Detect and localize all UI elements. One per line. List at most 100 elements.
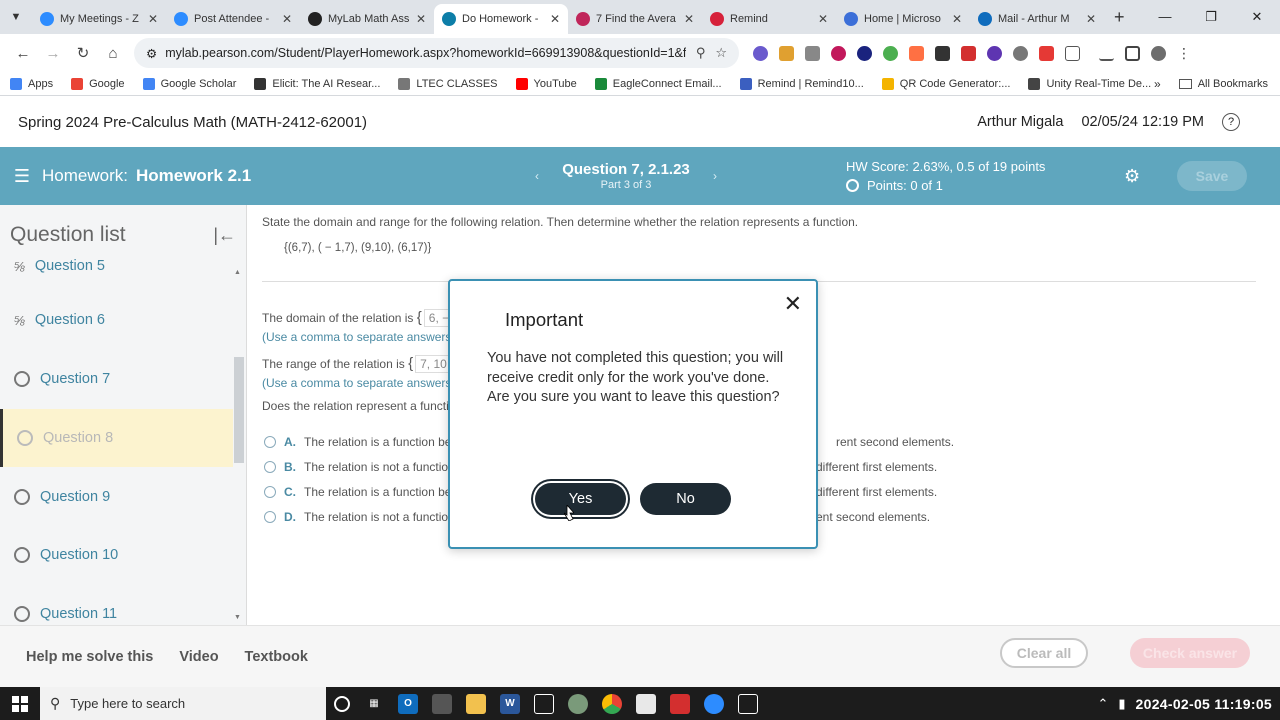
hamburger-menu-icon[interactable]: ☰ xyxy=(2,166,42,187)
pdf-extension-icon[interactable] xyxy=(961,45,976,61)
home-icon[interactable]: ⌂ xyxy=(98,45,128,62)
next-question-icon[interactable]: › xyxy=(713,169,717,183)
answer-option[interactable]: C. The relation is a function be xyxy=(264,485,451,499)
question-list-item[interactable]: Question 8 xyxy=(0,409,233,467)
close-window-icon[interactable]: ✕ xyxy=(1234,0,1280,34)
bookmark-item[interactable]: Remind | Remind10... xyxy=(739,77,864,90)
browser-tab[interactable]: Post Attendee - ✕ xyxy=(166,4,300,34)
cortana-icon[interactable] xyxy=(334,695,350,712)
extension-icon[interactable] xyxy=(831,45,846,61)
extension-icon[interactable] xyxy=(857,45,872,61)
extensions-puzzle-icon[interactable] xyxy=(1065,45,1080,61)
bookmark-item[interactable]: EagleConnect Email... xyxy=(594,77,722,90)
scrollbar-thumb[interactable] xyxy=(234,357,244,463)
save-button[interactable]: Save xyxy=(1177,161,1247,191)
news-extension-icon[interactable] xyxy=(935,45,950,61)
question-list-item[interactable]: Question 10 xyxy=(0,526,233,584)
bookmark-star-icon[interactable]: ☆ xyxy=(715,45,727,61)
extension-icon[interactable] xyxy=(753,45,768,61)
extension-icon[interactable] xyxy=(987,45,1002,61)
bookmark-item[interactable]: Google xyxy=(71,77,125,90)
close-tab-icon[interactable]: ✕ xyxy=(684,12,694,26)
answer-option[interactable]: B. The relation is not a functio xyxy=(264,460,448,474)
close-icon[interactable]: ✕ xyxy=(784,293,802,315)
task-view-icon[interactable]: ▦ xyxy=(364,694,384,714)
bookmark-item[interactable]: LTEC CLASSES xyxy=(398,77,498,90)
taskbar-search[interactable]: ⚲ Type here to search xyxy=(40,687,326,720)
video-link[interactable]: Video xyxy=(179,649,218,665)
bookmark-item[interactable]: YouTube xyxy=(515,77,577,90)
taskbar-clock[interactable]: 2024-02-05 11:19:05 xyxy=(1136,696,1272,712)
browser-tab[interactable]: My Meetings - Z ✕ xyxy=(32,4,166,34)
extension-icon[interactable] xyxy=(909,45,924,61)
extension-icon[interactable] xyxy=(779,45,794,61)
app-icon[interactable] xyxy=(534,693,554,714)
extension-icon[interactable] xyxy=(1013,45,1028,61)
close-tab-icon[interactable]: ✕ xyxy=(416,12,426,26)
chrome-app-icon[interactable] xyxy=(602,693,622,714)
close-tab-icon[interactable]: ✕ xyxy=(282,12,292,26)
bookmark-item[interactable]: Google Scholar xyxy=(142,77,236,90)
yes-button[interactable]: Yes xyxy=(535,483,626,515)
reading-list-icon[interactable] xyxy=(1099,46,1114,61)
file-explorer-icon[interactable] xyxy=(466,693,486,714)
close-tab-icon[interactable]: ✕ xyxy=(1086,12,1096,26)
close-tab-icon[interactable]: ✕ xyxy=(148,12,158,26)
extension-icon[interactable] xyxy=(1039,45,1054,61)
forward-icon[interactable]: → xyxy=(38,45,68,62)
clear-all-button[interactable]: Clear all xyxy=(1000,638,1088,668)
extension-icon[interactable] xyxy=(883,45,898,61)
help-me-solve-link[interactable]: Help me solve this xyxy=(26,649,153,665)
zoom-app-icon[interactable] xyxy=(704,693,724,714)
app-icon[interactable] xyxy=(670,693,690,714)
question-list-item[interactable]: Question 11 xyxy=(0,585,233,625)
profile-avatar[interactable] xyxy=(1151,45,1166,61)
close-tab-icon[interactable]: ✕ xyxy=(818,12,828,26)
bookmark-item[interactable]: Elicit: The AI Resear... xyxy=(254,77,380,90)
back-icon[interactable]: ← xyxy=(8,45,38,62)
camera-extension-icon[interactable] xyxy=(805,45,820,61)
battery-icon[interactable]: ▮ xyxy=(1118,696,1125,712)
store-app-icon[interactable] xyxy=(432,693,452,714)
app-icon[interactable] xyxy=(568,693,588,714)
previous-question-icon[interactable]: ‹ xyxy=(535,169,539,183)
bookmark-item[interactable]: QR Code Generator:... xyxy=(881,77,1010,90)
outlook-app-icon[interactable]: O xyxy=(398,693,418,714)
tab-search-icon[interactable]: ▼ xyxy=(0,11,32,23)
question-list-item[interactable]: Question 9 xyxy=(0,468,233,526)
question-list-item[interactable]: ⅝ Question 5 xyxy=(0,237,233,295)
browser-tab[interactable]: MyLab Math Ass ✕ xyxy=(300,4,434,34)
all-bookmarks[interactable]: » All Bookmarks xyxy=(1154,77,1268,91)
option-radio[interactable] xyxy=(264,436,276,448)
close-tab-icon[interactable]: ✕ xyxy=(952,12,962,26)
close-tab-icon[interactable]: ✕ xyxy=(550,12,560,26)
url-text[interactable]: mylab.pearson.com/Student/PlayerHomework… xyxy=(165,46,686,60)
check-answer-button[interactable]: Check answer xyxy=(1130,638,1250,668)
bookmark-item[interactable]: Apps xyxy=(10,77,53,90)
word-app-icon[interactable]: W xyxy=(500,693,520,714)
answer-option[interactable]: A. The relation is a function be xyxy=(264,435,451,449)
app-icon[interactable] xyxy=(738,693,758,714)
tray-expand-icon[interactable]: ⌃ xyxy=(1097,696,1108,712)
new-tab-button[interactable]: + xyxy=(1104,7,1135,28)
help-icon[interactable]: ? xyxy=(1222,113,1240,131)
bookmark-item[interactable]: Unity Real-Time De... xyxy=(1028,77,1151,90)
browser-tab[interactable]: Home | Microso ✕ xyxy=(836,4,970,34)
scroll-up-icon[interactable]: ▲ xyxy=(234,269,241,276)
question-list-scrollbar[interactable]: ▲ ▼ xyxy=(234,265,244,625)
scroll-down-icon[interactable]: ▼ xyxy=(234,614,241,621)
browser-tab[interactable]: 7 Find the Avera ✕ xyxy=(568,4,702,34)
restore-icon[interactable]: ❐ xyxy=(1188,0,1234,34)
user-name[interactable]: Arthur Migala xyxy=(977,114,1063,130)
browser-menu-icon[interactable]: ⋮ xyxy=(1177,45,1191,62)
browser-tab[interactable]: Mail - Arthur M ✕ xyxy=(970,4,1104,34)
address-bar[interactable]: ⚙ mylab.pearson.com/Student/PlayerHomewo… xyxy=(134,38,739,68)
question-list-item[interactable]: Question 7 xyxy=(0,350,233,408)
browser-tab[interactable]: Remind ✕ xyxy=(702,4,836,34)
reload-icon[interactable]: ↻ xyxy=(68,44,98,62)
answer-option[interactable]: D. The relation is not a functio xyxy=(264,510,448,524)
side-panel-icon[interactable] xyxy=(1125,45,1140,61)
option-radio[interactable] xyxy=(264,486,276,498)
minimize-icon[interactable]: — xyxy=(1142,0,1188,34)
settings-gear-icon[interactable]: ⚙ xyxy=(1124,166,1140,187)
